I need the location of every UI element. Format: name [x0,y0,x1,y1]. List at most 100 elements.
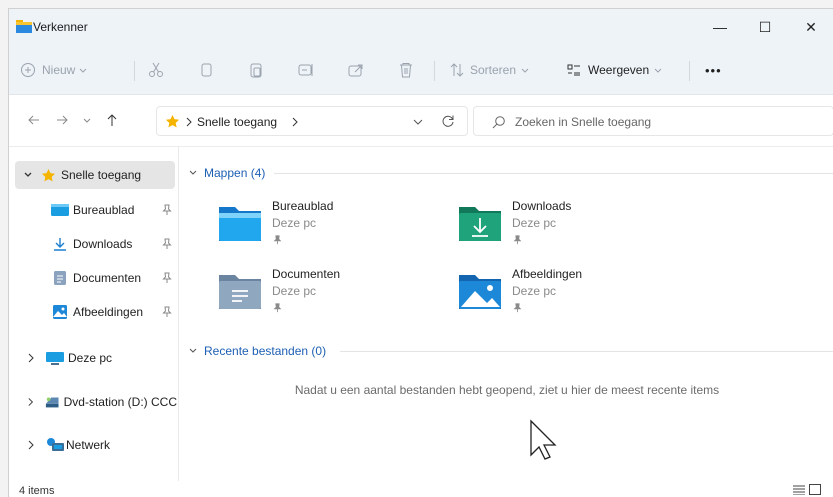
pin-icon [273,303,282,313]
desktop-icon [51,204,69,216]
share-icon [348,64,363,77]
pin-icon[interactable] [162,272,172,284]
group-divider [274,173,833,174]
recent-locations-button[interactable] [81,113,93,130]
pin-icon[interactable] [162,306,172,318]
dvd-drive-icon [46,397,59,408]
folder-app-icon [16,20,32,33]
copy-icon [201,63,212,77]
paste-button[interactable] [247,57,265,83]
pin-icon [513,235,522,245]
sidebar-item-downloads[interactable]: Downloads [9,230,177,258]
star-icon [41,168,56,181]
plus-circle-icon [21,63,35,77]
share-button[interactable] [347,57,365,83]
sort-icon [450,63,464,77]
details-view-icon[interactable] [793,485,805,495]
sidebar-item-quick-access[interactable]: Snelle toegang [15,161,175,189]
folder-location: Deze pc [512,284,557,298]
delete-button[interactable] [397,57,415,83]
view-button[interactable]: Weergeven [566,57,663,83]
chevron-right-icon[interactable] [27,353,35,363]
back-button[interactable] [27,113,41,130]
mouse-pointer-icon [530,419,557,460]
close-icon: ✕ [805,18,817,35]
chevron-right-icon[interactable] [27,440,35,450]
downloads-folder-icon [459,207,501,241]
sidebar-item-this-pc[interactable]: Deze pc [9,344,177,372]
pictures-folder-icon [459,275,501,309]
sidebar-item-dvd-drive[interactable]: Dvd-station (D:) CCC [9,388,177,416]
picture-icon [53,305,67,319]
sidebar-item-label: Documenten [73,271,142,285]
pin-icon[interactable] [162,238,172,250]
arrow-up-icon [107,114,117,126]
star-icon [165,114,180,128]
address-bar[interactable]: Snelle toegang [156,106,468,136]
folders-group-label: Mappen (4) [204,166,266,180]
folder-tile-documents[interactable]: Documenten Deze pc [218,267,448,323]
pin-icon [273,235,282,245]
rename-button[interactable] [297,57,315,83]
maximize-button[interactable]: ☐ [742,9,788,45]
chevron-down-icon[interactable] [413,118,423,126]
new-button[interactable]: Nieuw [20,57,88,83]
more-options-button[interactable]: ••• [705,57,722,83]
folder-tile-downloads[interactable]: Downloads Deze pc [458,199,688,255]
search-box[interactable]: Zoeken in Snelle toegang [473,106,833,136]
pin-icon[interactable] [162,204,172,216]
sidebar-item-network[interactable]: Netwerk [9,431,177,459]
sort-button[interactable]: Sorteren [449,57,530,83]
chevron-right-icon[interactable] [291,117,299,127]
recent-group-header[interactable]: Recente bestanden (0) [188,343,326,359]
folders-group-header[interactable]: Mappen (4) [188,165,265,181]
chevron-down-icon [83,118,91,123]
address-row: Snelle toegang Zoeken in Snelle toegang [9,95,833,147]
sidebar-item-desktop[interactable]: Bureaublad [9,196,177,224]
arrow-right-icon [57,115,68,125]
file-explorer-window: Verkenner — ☐ ✕ Nieuw Sorteren Weergeven… [8,8,833,497]
refresh-icon[interactable] [441,114,455,128]
paste-icon [250,63,262,78]
folder-name: Bureaublad [272,199,334,213]
network-icon [47,438,64,451]
sidebar-item-documents[interactable]: Documenten [9,264,177,292]
view-label: Weergeven [588,63,650,77]
sidebar-item-label: Snelle toegang [61,168,142,182]
documents-folder-icon [219,275,261,309]
folder-name: Afbeeldingen [512,267,583,281]
chevron-down-icon[interactable] [23,170,33,180]
group-divider [340,351,833,352]
computer-icon [46,351,64,365]
chevron-down-icon [654,68,662,73]
pin-icon [513,303,522,313]
sidebar-item-pictures[interactable]: Afbeeldingen [9,298,177,326]
scissors-icon [149,62,163,77]
navigation-pane: Snelle toegang Bureaublad Downloads Docu… [9,147,179,481]
chevron-right-icon[interactable] [27,397,34,407]
minimize-button[interactable]: — [697,9,743,45]
trash-icon [400,63,412,78]
copy-button[interactable] [197,57,215,83]
separator [134,61,135,81]
maximize-icon: ☐ [758,18,772,35]
folder-tile-pictures[interactable]: Afbeeldingen Deze pc [458,267,688,323]
download-icon [54,238,66,251]
folder-location: Deze pc [272,284,317,298]
sidebar-item-label: Bureaublad [73,203,135,217]
title-bar: Verkenner — ☐ ✕ [9,9,833,45]
forward-button[interactable] [55,113,69,130]
breadcrumb-quick-access[interactable]: Snelle toegang [197,115,277,129]
folder-tile-desktop[interactable]: Bureaublad Deze pc [218,199,448,255]
sidebar-item-label: Netwerk [66,438,111,452]
document-icon [54,271,66,285]
cut-button[interactable] [147,57,165,83]
recent-empty-message: Nadat u een aantal bestanden hebt geopen… [294,383,720,397]
tiles-view-icon[interactable] [809,484,821,495]
up-button[interactable] [105,113,119,130]
chevron-down-icon [189,348,197,353]
close-button[interactable]: ✕ [788,9,833,45]
arrow-left-icon [28,115,39,125]
sidebar-item-label: Deze pc [68,351,113,365]
rename-icon [298,64,313,76]
